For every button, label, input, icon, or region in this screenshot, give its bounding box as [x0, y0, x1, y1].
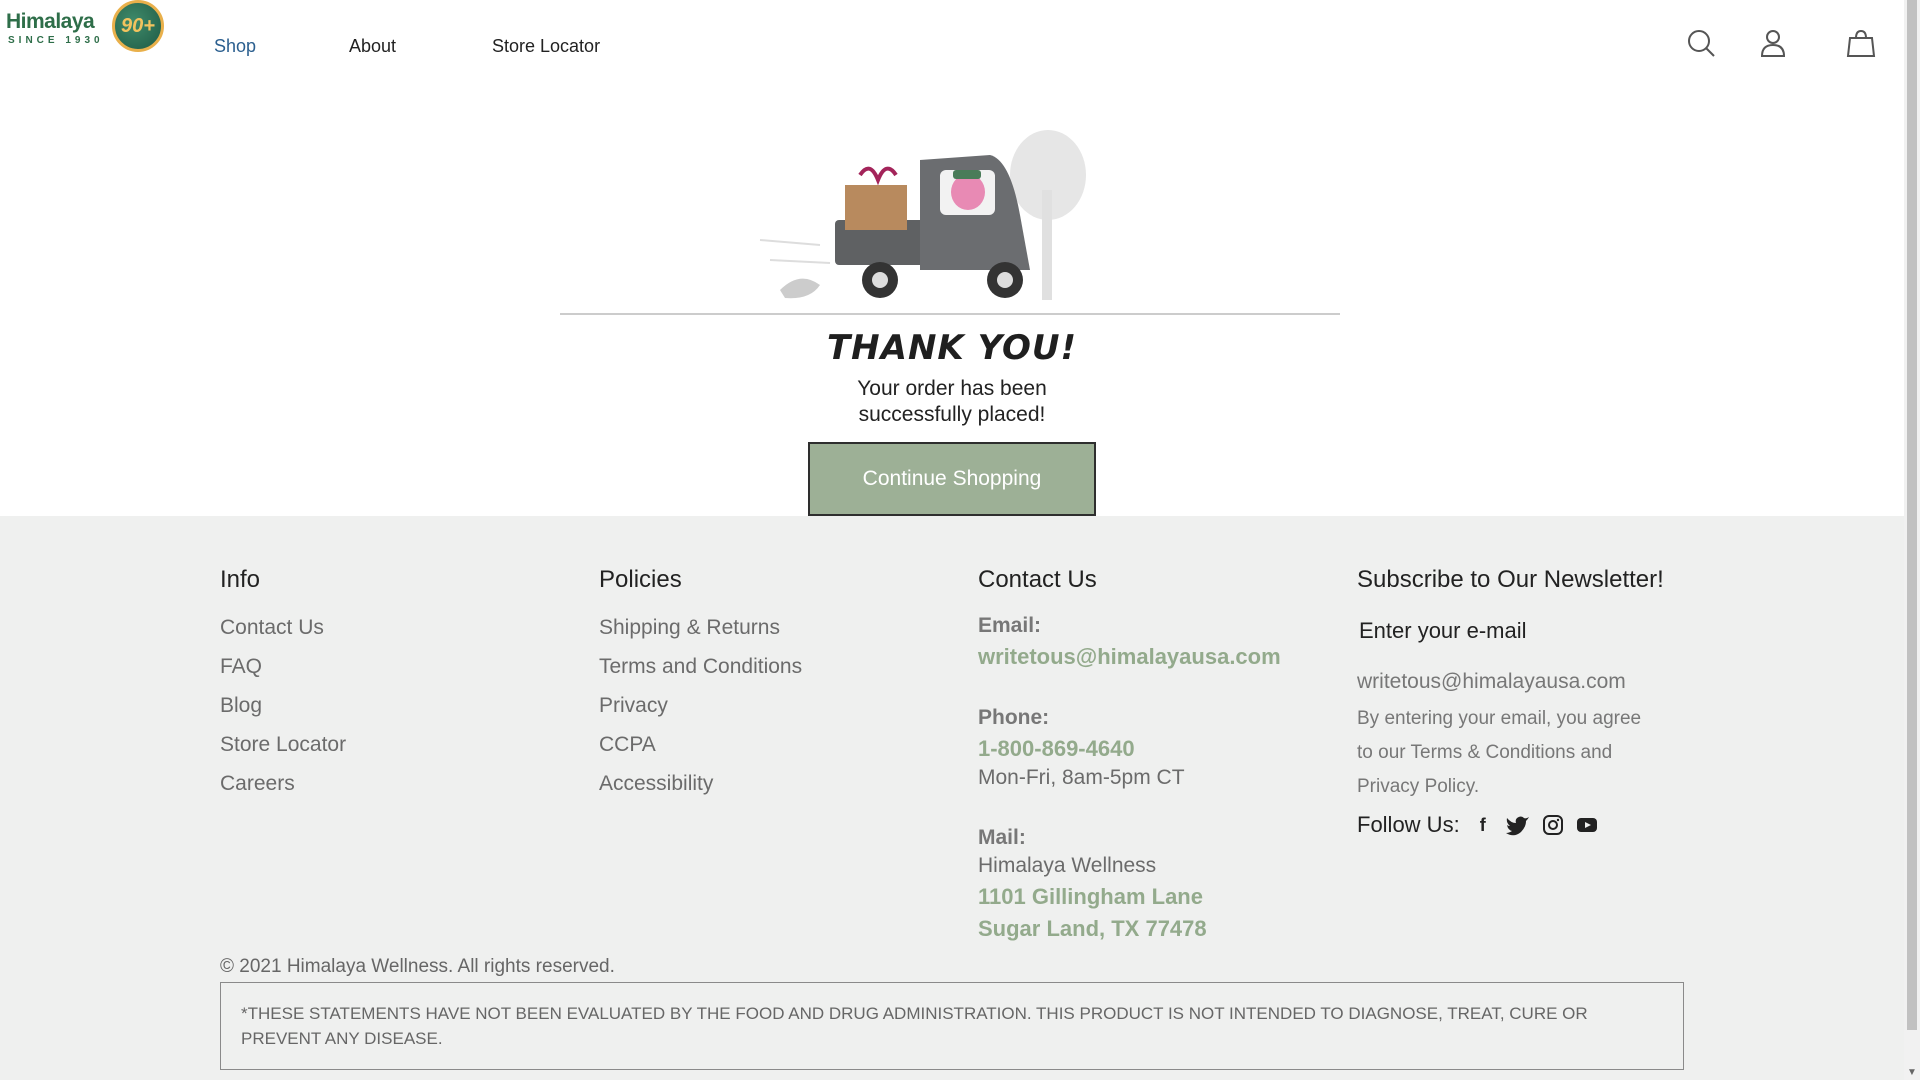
site-header: Himalaya SINCE 1930 90+ Shop About Store…: [0, 0, 1904, 90]
mail-street-link[interactable]: 1101 Gillingham Lane: [978, 884, 1281, 910]
site-footer: Info Contact Us FAQ Blog Store Locator C…: [0, 516, 1904, 1080]
footer-link-accessibility[interactable]: Accessibility: [599, 764, 802, 803]
instagram-icon[interactable]: [1542, 814, 1564, 836]
copyright-text: © 2021 Himalaya Wellness. All rights res…: [220, 956, 615, 977]
newsletter-consent-note: By entering your email, you agree to our…: [1357, 702, 1664, 804]
contact-hours: Mon-Fri, 8am-5pm CT: [978, 766, 1185, 789]
fda-disclaimer: *THESE STATEMENTS HAVE NOT BEEN EVALUATE…: [220, 982, 1684, 1070]
anniversary-badge: 90+: [112, 0, 164, 52]
consent-line-1: By entering your email, you agree: [1357, 708, 1642, 729]
account-icon[interactable]: [1758, 28, 1788, 58]
cart-icon[interactable]: [1846, 28, 1876, 58]
footer-link-store-locator[interactable]: Store Locator: [220, 725, 346, 764]
nav-shop[interactable]: Shop: [214, 36, 256, 57]
consent-line-3: Privacy Policy.: [1357, 776, 1480, 797]
nav-store-locator[interactable]: Store Locator: [492, 36, 600, 57]
order-confirmation-message: Your order has been successfully placed!: [0, 376, 1904, 428]
footer-info-column: Info Contact Us FAQ Blog Store Locator C…: [220, 566, 346, 803]
confirmation-line-2: successfully placed!: [858, 403, 1046, 426]
footer-link-blog[interactable]: Blog: [220, 686, 346, 725]
follow-us-label: Follow Us:: [1357, 812, 1460, 837]
thank-you-heading: THANK YOU!: [826, 328, 1078, 368]
newsletter-input-label: Enter your e-mail: [1359, 618, 1527, 643]
newsletter-email-input[interactable]: writetous@himalayausa.com: [1357, 670, 1664, 694]
contact-phone-link[interactable]: 1-800-869-4640: [978, 736, 1281, 762]
footer-link-ccpa[interactable]: CCPA: [599, 725, 802, 764]
consent-line-2: to our Terms & Conditions and: [1357, 742, 1613, 763]
himalaya-logo[interactable]: Himalaya SINCE 1930 90+: [6, 0, 166, 60]
footer-link-privacy[interactable]: Privacy: [599, 686, 802, 725]
footer-policies-heading: Policies: [599, 566, 682, 593]
logo-wordmark: Himalaya: [6, 10, 95, 33]
footer-contact-heading: Contact Us: [978, 566, 1097, 593]
scrollbar-thumb[interactable]: [1907, 0, 1917, 1030]
footer-newsletter-column: Subscribe to Our Newsletter! Enter your …: [1357, 566, 1664, 838]
search-icon[interactable]: [1686, 28, 1716, 58]
footer-policies-column: Policies Shipping & Returns Terms and Co…: [599, 566, 802, 803]
mail-company: Himalaya Wellness: [978, 854, 1157, 877]
confirmation-line-1: Your order has been: [857, 377, 1047, 400]
scroll-down-arrow-icon[interactable]: ▼: [1907, 1067, 1917, 1078]
mail-city-link[interactable]: Sugar Land, TX 77478: [978, 916, 1281, 942]
mail-label: Mail:: [978, 826, 1026, 849]
phone-label: Phone:: [978, 706, 1050, 729]
continue-shopping-button[interactable]: Continue Shopping: [808, 442, 1096, 516]
delivery-truck-illustration: [560, 130, 1340, 315]
footer-link-careers[interactable]: Careers: [220, 764, 346, 803]
follow-us-row: Follow Us: f: [1357, 812, 1664, 838]
twitter-icon[interactable]: [1505, 814, 1530, 836]
footer-link-terms[interactable]: Terms and Conditions: [599, 647, 802, 686]
page-scrollbar[interactable]: ▼: [1904, 0, 1920, 1080]
footer-link-contact-us[interactable]: Contact Us: [220, 608, 346, 647]
nav-about[interactable]: About: [349, 36, 396, 57]
footer-info-heading: Info: [220, 566, 261, 593]
youtube-icon[interactable]: [1576, 814, 1598, 836]
footer-link-shipping-returns[interactable]: Shipping & Returns: [599, 608, 802, 647]
newsletter-heading: Subscribe to Our Newsletter!: [1357, 566, 1664, 593]
footer-link-faq[interactable]: FAQ: [220, 647, 346, 686]
footer-contact-column: Contact Us Email: writetous@himalayausa.…: [978, 566, 1281, 942]
logo-since-text: SINCE 1930: [8, 35, 104, 46]
contact-email-link[interactable]: writetous@himalayausa.com: [978, 644, 1281, 670]
email-label: Email:: [978, 614, 1042, 637]
facebook-icon[interactable]: f: [1472, 814, 1494, 836]
